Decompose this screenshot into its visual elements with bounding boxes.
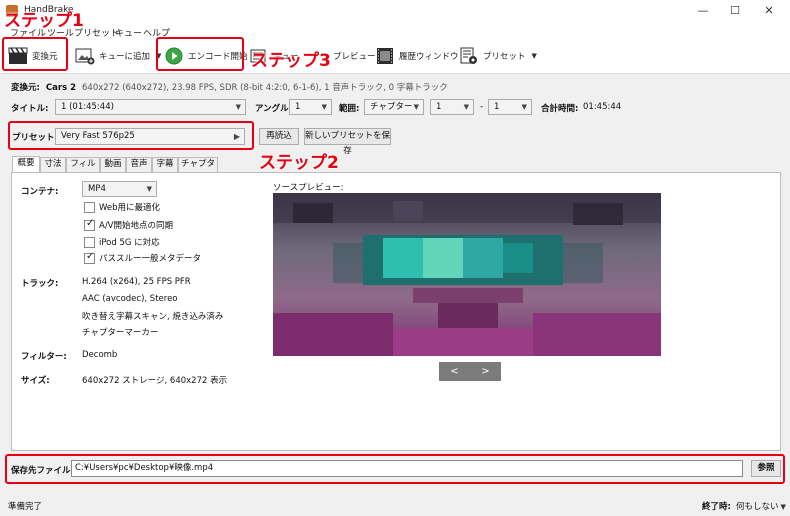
preview-next-button[interactable]: > [470, 362, 501, 381]
duration-value: 01:45:44 [583, 102, 622, 112]
activity-log-label: 履歴ウィンドウ [399, 52, 459, 62]
minimize-button[interactable]: — [688, 0, 718, 22]
av-sync-option[interactable]: A/V開始地点の同期 [84, 218, 173, 231]
track-item: チャプターマーカー [82, 328, 159, 338]
tab-filters[interactable]: フィルタ [66, 157, 100, 182]
save-new-preset-button[interactable]: 新しいプリセットを保存 [304, 128, 391, 156]
step2-highlight-box [8, 121, 254, 150]
step2-annotation: ステップ2 [259, 153, 339, 173]
range-end-select[interactable]: 1 ▼ [488, 99, 532, 115]
web-optimize-checkbox[interactable] [84, 201, 95, 213]
when-done-value: 何もしない [736, 502, 779, 512]
range-end-value: 1 [494, 102, 500, 112]
metadata-passthru-label: パススルー一般メタデータ [99, 254, 202, 264]
angle-label: アングル: [255, 104, 293, 114]
source-preview-label: ソースプレビュー: [273, 183, 344, 193]
ipod-checkbox[interactable] [84, 236, 95, 248]
av-sync-label: A/V開始地点の同期 [99, 221, 173, 231]
av-sync-checkbox[interactable] [84, 218, 95, 231]
source-preview-image [273, 193, 661, 356]
range-start-select[interactable]: 1 ▼ [430, 99, 474, 115]
ipod-label: iPod 5G に対応 [99, 238, 160, 248]
metadata-passthru-checkbox[interactable] [84, 251, 95, 264]
status-bar [0, 494, 790, 516]
presets-button[interactable]: プリセット ▼ [456, 42, 540, 70]
container-select-value: MP4 [88, 184, 106, 194]
web-optimize-label: Web用に最適化 [99, 203, 161, 213]
tab-dimensions[interactable]: 寸法 [40, 157, 66, 172]
track-item: AAC (avcodec), Stereo [82, 294, 178, 304]
chevron-down-icon: ▼ [146, 185, 152, 193]
web-optimize-option[interactable]: Web用に最適化 [84, 201, 160, 213]
status-text: 準備完了 [8, 502, 43, 512]
chevron-down-icon: ▼ [780, 503, 786, 511]
source-label: 変換元: [11, 83, 40, 93]
add-to-queue-button[interactable]: キューに追加 ▼ [72, 42, 164, 70]
preview-label: プレビュー [333, 52, 376, 62]
range-start-value: 1 [436, 102, 442, 112]
chevron-down-icon: ▼ [531, 52, 537, 60]
range-label: 範囲: [339, 104, 360, 114]
save-file-highlight-box [5, 454, 785, 484]
range-type-select[interactable]: チャプター ▼ [364, 99, 424, 115]
size-label: サイズ: [21, 376, 50, 386]
title-bar [0, 0, 790, 22]
step3-highlight-box [156, 37, 244, 71]
tab-audio[interactable]: 音声 [126, 157, 152, 172]
chevron-down-icon: ▼ [521, 103, 527, 111]
add-image-icon [75, 47, 95, 65]
step1-highlight-box [2, 37, 68, 71]
chevron-down-icon: ▼ [413, 103, 419, 111]
preview-prev-button[interactable]: < [439, 362, 470, 381]
close-button[interactable]: ✕ [754, 0, 784, 22]
maximize-button[interactable]: ☐ [720, 0, 750, 22]
chevron-down-icon: ▼ [321, 103, 327, 111]
track-item: 吹き替え字幕スキャン, 焼き込み済み [82, 312, 224, 322]
track-item: H.264 (x264), 25 FPS PFR [82, 277, 191, 287]
title-label: タイトル: [11, 104, 49, 114]
tracks-label: トラック: [21, 279, 59, 289]
title-select[interactable]: 1 (01:45:44) ▼ [55, 99, 246, 115]
range-type-value: チャプター [370, 102, 413, 112]
chevron-down-icon: ▼ [463, 103, 469, 111]
size-value: 640x272 ストレージ, 640x272 表示 [82, 376, 228, 386]
tab-chapters[interactable]: チャプター [178, 157, 218, 182]
tab-video[interactable]: 動画 [100, 157, 126, 172]
source-details: 640x272 (640x272), 23.98 FPS, SDR (8-bit… [82, 83, 448, 93]
when-done-select[interactable]: 何もしない ▼ [736, 500, 786, 512]
film-strip-icon [375, 47, 395, 65]
angle-select[interactable]: 1 ▼ [289, 99, 332, 115]
chevron-down-icon: ▼ [235, 103, 241, 111]
presets-label: プリセット [483, 52, 526, 62]
source-info: 変換元: Cars 2 640x272 (640x272), 23.98 FPS, … [11, 81, 448, 93]
container-label: コンテナ: [21, 187, 59, 197]
when-done-label: 終了時: [702, 502, 731, 512]
filters-label: フィルター: [21, 352, 67, 362]
menu-queue[interactable]: キュー [115, 26, 142, 39]
container-select[interactable]: MP4 ▼ [82, 181, 157, 197]
range-separator: - [480, 102, 484, 112]
filters-value: Decomb [82, 350, 118, 360]
source-name: Cars 2 [45, 83, 77, 93]
title-select-value: 1 (01:45:44) [61, 102, 114, 112]
angle-select-value: 1 [295, 102, 301, 112]
add-to-queue-label: キューに追加 [99, 52, 151, 62]
preset-settings-icon [459, 47, 479, 65]
step1-annotation: ステップ1 [4, 11, 84, 31]
tab-subtitles[interactable]: 字幕 [152, 157, 178, 172]
step3-annotation: ステップ3 [251, 51, 331, 71]
activity-log-button[interactable]: 履歴ウィンドウ [372, 42, 462, 70]
tab-summary[interactable]: 概要 [12, 156, 40, 173]
ipod-option[interactable]: iPod 5G に対応 [84, 236, 160, 248]
metadata-passthru-option[interactable]: パススルー一般メタデータ [84, 251, 202, 264]
reload-preset-button[interactable]: 再読込 [259, 128, 299, 145]
duration-label: 合計時間: [541, 104, 579, 114]
